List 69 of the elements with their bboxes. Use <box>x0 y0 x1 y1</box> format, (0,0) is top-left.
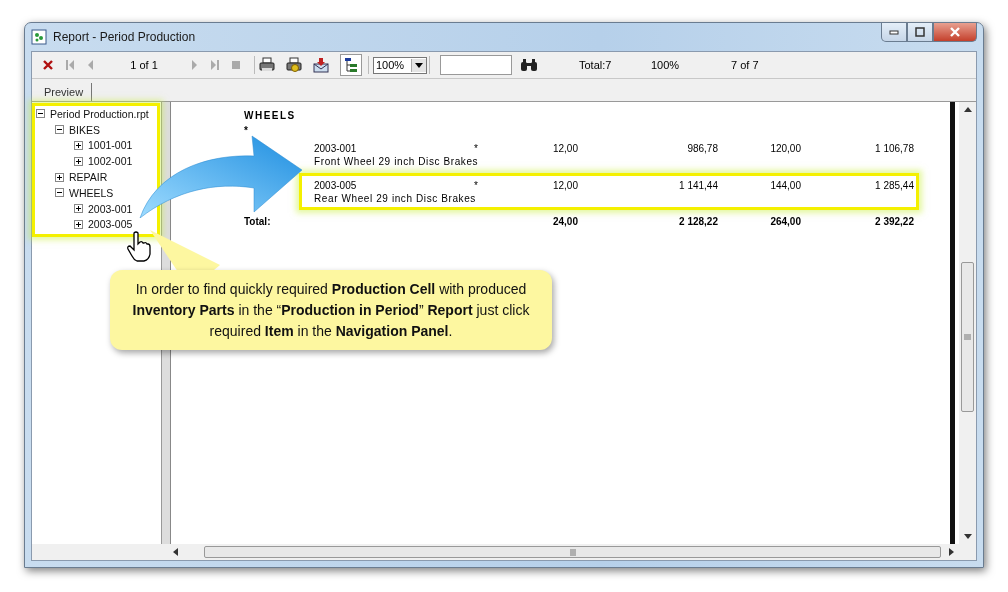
binoculars-icon[interactable] <box>520 58 538 72</box>
maximize-icon <box>915 27 925 37</box>
value-cell-text: 1 141,44 <box>678 180 718 191</box>
zoom-dropdown[interactable]: 100% <box>373 56 427 74</box>
printer-setup-icon[interactable] <box>286 57 302 73</box>
zoom-percent: 100% <box>651 59 681 71</box>
expander-icon[interactable] <box>55 188 64 198</box>
window-title: Report - Period Production <box>53 30 196 44</box>
expander-icon[interactable] <box>74 219 83 229</box>
record-counter: 7 of 7 <box>731 59 759 71</box>
tree-item[interactable]: WHEELS <box>36 185 114 201</box>
value-cell-text: 986,78 <box>686 143 718 154</box>
total-cell-text: 24,00 <box>551 216 578 227</box>
tree-item[interactable]: 2003-001 <box>36 200 133 217</box>
value-cell-text: 12,00 <box>551 180 578 191</box>
app-icon <box>31 29 47 45</box>
grip-icon <box>569 548 576 556</box>
scroll-up-icon[interactable] <box>963 107 972 112</box>
expander-icon[interactable] <box>55 172 64 182</box>
export-icon[interactable] <box>313 57 329 73</box>
group-heading: WHEELS <box>244 110 297 123</box>
scrollbar-thumb[interactable] <box>204 546 941 558</box>
hand-cursor-icon <box>126 231 152 263</box>
part-description: Front Wheel 29 inch Disc Brakes <box>314 156 480 167</box>
close-icon[interactable] <box>42 59 54 71</box>
callout-text: In order to find quickly required Production Cell with produced Inventory Parts in the “Production in Period” Report just click required Item in the Navigation Panel. <box>131 279 531 341</box>
total-cell-text: 2 128,22 <box>678 216 718 227</box>
minimize-icon <box>889 29 899 35</box>
tree-item[interactable]: BIKES <box>36 121 100 138</box>
tree-item[interactable]: Period Production.rpt <box>36 106 149 122</box>
part-code: 2003-005 <box>314 180 358 191</box>
tree-item[interactable]: 2003-005 <box>36 216 133 233</box>
value-cell-text: 144,00 <box>769 180 801 191</box>
part-description: Rear Wheel 29 inch Disc Brakes <box>314 193 477 204</box>
value-cell-text: 1 106,78 <box>874 143 914 154</box>
scroll-down-icon[interactable] <box>963 534 972 539</box>
total-cell-text: 264,00 <box>769 216 801 227</box>
value-cell-text: 1 285,44 <box>874 180 914 191</box>
minimize-button[interactable] <box>881 23 907 42</box>
tree-item[interactable]: 1001-001 <box>36 137 133 154</box>
printer-icon[interactable] <box>259 57 275 73</box>
value-cell-text: 120,00 <box>769 143 801 154</box>
expander-icon[interactable] <box>74 204 83 214</box>
close-icon <box>949 27 961 37</box>
scrollbar-thumb[interactable] <box>961 262 974 412</box>
vertical-scrollbar[interactable] <box>959 102 976 544</box>
tree-item[interactable]: REPAIR <box>36 169 108 185</box>
expander-icon[interactable] <box>36 109 45 119</box>
expander-icon[interactable] <box>55 125 64 135</box>
expander-icon[interactable] <box>74 141 83 150</box>
close-button[interactable] <box>933 23 977 42</box>
tree-item[interactable]: 1002-001 <box>36 153 133 170</box>
total-count: Total:7 <box>579 59 613 71</box>
expander-icon[interactable] <box>74 156 83 166</box>
scroll-left-icon[interactable] <box>173 548 178 556</box>
maximize-button[interactable] <box>907 23 933 42</box>
caret-icon <box>415 62 423 68</box>
page-indicator: 1 of 1 <box>129 59 159 71</box>
group-marker: * <box>244 125 249 138</box>
row-marker: * <box>473 143 479 154</box>
part-code: 2003-001 <box>314 143 358 154</box>
total-label: Total: <box>244 216 272 227</box>
group-tree-icon[interactable] <box>340 54 362 76</box>
total-cell-text: 2 392,22 <box>874 216 914 227</box>
row-marker: * <box>473 180 479 191</box>
grip-icon <box>964 334 971 340</box>
search-field[interactable] <box>440 55 512 75</box>
value-cell-text: 12,00 <box>551 143 578 154</box>
scroll-right-icon[interactable] <box>949 548 954 556</box>
